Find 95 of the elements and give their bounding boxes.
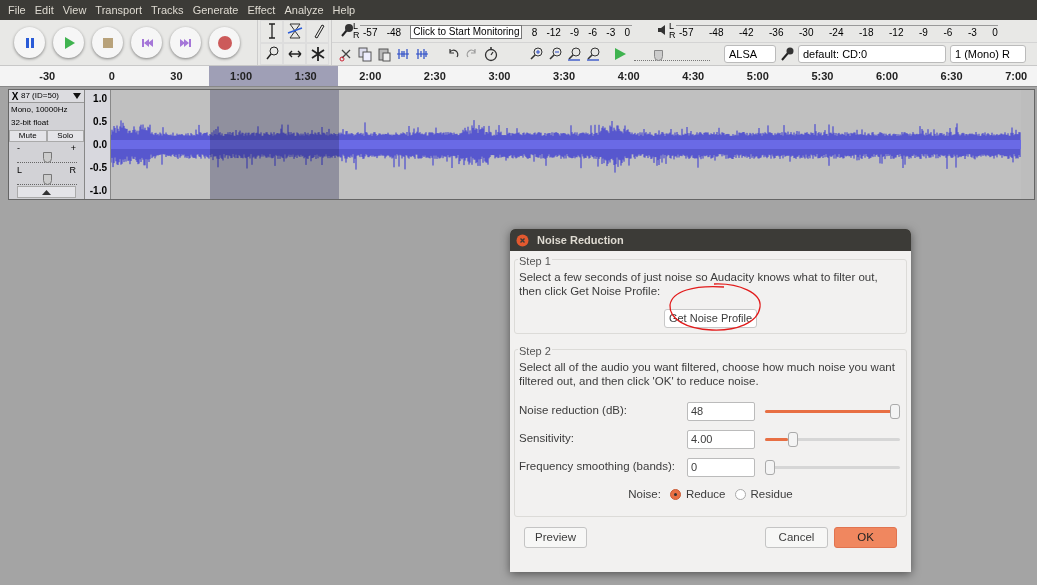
monitoring-button[interactable]: Click to Start Monitoring [410, 25, 523, 40]
ruler-label[interactable]: -30 [15, 66, 80, 86]
zoom-out-icon[interactable] [547, 45, 563, 62]
radio-button[interactable] [734, 489, 746, 501]
dialog-button[interactable]: Preview [524, 527, 587, 548]
instruction-text: Select a few seconds of just noise so Audacity knows what to filter out, then click Get Noise Profile: [519, 270, 879, 298]
ruler-label[interactable]: 7:00 [983, 66, 1037, 86]
slider[interactable] [765, 459, 900, 475]
dialog-button[interactable]: Cancel [765, 527, 828, 548]
meter-label: -12 [546, 25, 561, 40]
ruler-label[interactable]: 4:00 [596, 66, 661, 86]
menu-item[interactable]: Edit [34, 1, 54, 19]
meter-label: -57 [363, 25, 378, 40]
dialog-title: Noise Reduction [537, 232, 624, 248]
noise-label: Noise: [628, 487, 661, 502]
microphone-icon [780, 45, 794, 62]
record-button[interactable] [209, 27, 240, 58]
menu-item[interactable]: View [62, 1, 87, 19]
meter-label: -36 [769, 25, 784, 40]
ruler-label[interactable]: 5:00 [725, 66, 791, 86]
slider-thumb[interactable] [653, 49, 663, 61]
meter-label: -9 [919, 25, 928, 40]
number-field[interactable]: 48 [687, 401, 755, 421]
radio-button[interactable] [669, 489, 681, 501]
zoom-in-icon[interactable] [528, 45, 544, 62]
host-dropdown[interactable]: ALSA [724, 44, 776, 63]
channels-dropdown[interactable]: 1 (Mono) R [950, 44, 1026, 63]
skip-to-start-button[interactable] [131, 27, 162, 58]
record-icon [215, 33, 234, 52]
field-label: Frequency smoothing (bands): [519, 459, 676, 475]
slider-thumb[interactable] [765, 459, 775, 475]
meter-label: -42 [739, 25, 754, 40]
meter-label: -6 [588, 25, 598, 40]
menu-item[interactable]: Tracks [151, 1, 184, 19]
meter-label: -57 [679, 25, 694, 40]
channel-label: L [669, 21, 675, 31]
channel-label: R [669, 30, 676, 40]
ruler-label[interactable]: 1:30 [273, 66, 338, 86]
number-field[interactable]: 0 [687, 457, 755, 477]
field-label: Noise reduction (dB): [519, 403, 629, 419]
radio-label[interactable]: Reduce [685, 486, 726, 504]
ruler-label[interactable]: 0 [79, 66, 145, 86]
meter-label: -18 [859, 25, 874, 40]
meter-label: -3 [606, 25, 616, 40]
meter-label: 8 [531, 25, 538, 40]
paste-icon[interactable] [376, 45, 392, 62]
ruler-label[interactable]: 2:30 [402, 66, 468, 86]
meter-label: -9 [570, 25, 579, 40]
meter-label: -6 [943, 25, 953, 40]
close-icon[interactable] [516, 233, 529, 247]
ruler-label[interactable]: 2:00 [337, 66, 403, 86]
meter-label: 0 [992, 25, 998, 40]
ruler-label[interactable]: 30 [144, 66, 209, 86]
slider[interactable] [765, 403, 900, 419]
meter-label: -30 [799, 25, 814, 40]
play-button[interactable] [53, 27, 84, 58]
slider[interactable] [765, 431, 900, 447]
stop-button[interactable] [92, 27, 123, 58]
ruler-label[interactable]: 1:00 [208, 66, 274, 86]
meter-label: -24 [829, 25, 844, 40]
play-at-speed-icon[interactable] [612, 45, 628, 62]
menu-item[interactable]: Generate [192, 1, 239, 19]
ruler-label[interactable]: 3:00 [467, 66, 532, 86]
channel-label: L [353, 21, 359, 31]
ruler-label[interactable]: 6:30 [919, 66, 984, 86]
number-field[interactable]: 4.00 [687, 429, 755, 449]
menu-item[interactable]: File [8, 1, 26, 19]
fit-project-icon[interactable] [585, 45, 601, 62]
menu-item[interactable]: Transport [95, 1, 143, 19]
ruler-label[interactable]: 5:30 [790, 66, 855, 86]
radio-label[interactable]: Residue [750, 486, 793, 504]
ruler-label[interactable]: 6:00 [854, 66, 920, 86]
meter-label: -12 [889, 25, 904, 40]
copy-icon[interactable] [357, 45, 373, 62]
ruler-label[interactable]: 4:30 [660, 66, 726, 86]
input-device-dropdown[interactable]: default: CD:0 [798, 44, 946, 63]
envelope-tool-icon[interactable] [285, 21, 304, 42]
menu-item[interactable]: Analyze [284, 1, 324, 19]
fit-selection-icon[interactable] [566, 45, 582, 62]
pause-button[interactable] [14, 27, 45, 58]
meter-label: -3 [967, 25, 977, 40]
meter-label: 0 [624, 25, 630, 40]
slider-thumb[interactable] [787, 431, 798, 447]
meter-label: -48 [386, 25, 402, 40]
menu-item[interactable]: Effect [247, 1, 276, 19]
field-label: Sensitivity: [519, 431, 575, 447]
dialog-button[interactable]: OK [834, 527, 897, 548]
timer-icon[interactable] [483, 45, 499, 62]
channel-label: R [353, 30, 360, 40]
instruction-text: Select all of the audio you want filtered, choose how much noise you want filtered out, and then click 'OK' to reduce noise. [519, 360, 896, 388]
ruler-label[interactable]: 3:30 [531, 66, 597, 86]
slider-thumb[interactable] [890, 403, 900, 419]
meter-label: -48 [709, 25, 724, 40]
skip-to-end-button[interactable] [170, 27, 201, 58]
menu-item[interactable]: Help [332, 1, 356, 19]
